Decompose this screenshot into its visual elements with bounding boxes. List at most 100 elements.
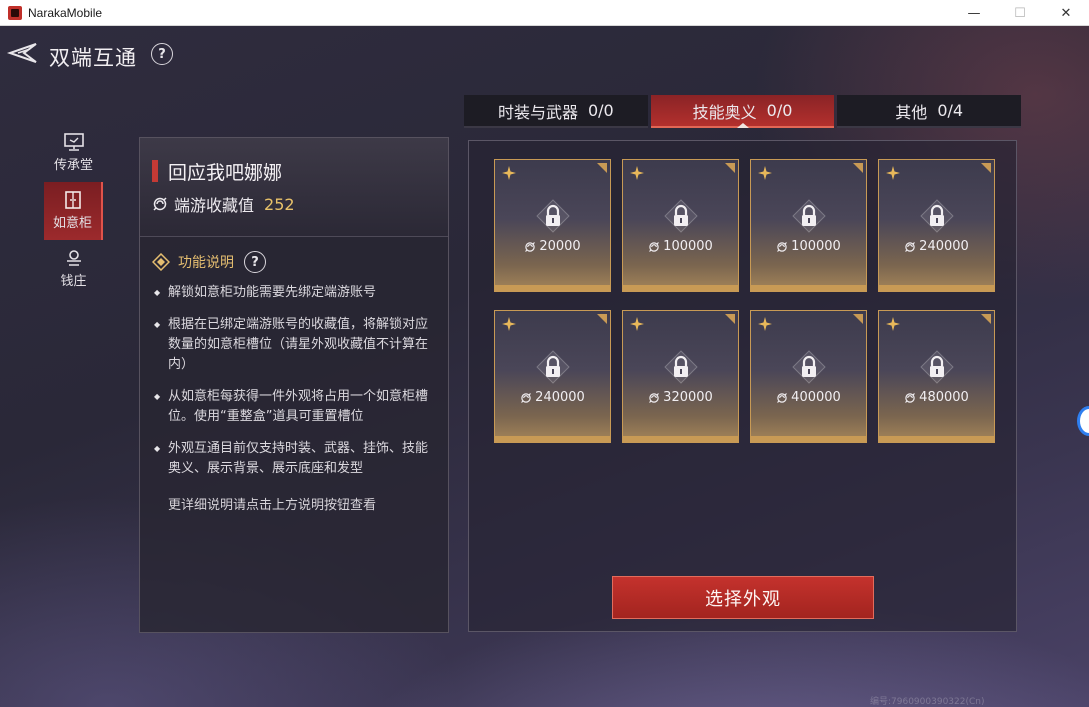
slot-corner [597, 314, 607, 324]
score-value: 252 [264, 194, 295, 214]
collection-icon [649, 241, 660, 252]
side-nav: 传承堂 如意柜 钱庄 [44, 124, 103, 298]
slot-corner [725, 163, 735, 173]
page-title: 双端互通 [49, 46, 137, 70]
collection-icon [649, 392, 660, 403]
lock-icon [535, 350, 570, 384]
slot-cost: 320000 [623, 390, 738, 405]
locked-slot[interactable]: 100000 [750, 159, 867, 292]
player-name: 回应我吧娜娜 [168, 162, 283, 184]
slot-cost-value: 240000 [919, 239, 969, 254]
function-help-button[interactable]: ? [244, 251, 266, 273]
rule-item: 从如意柜每获得一件外观将占用一个如意柜槽位。使用“重整盒”道具可重置槽位 [154, 387, 440, 427]
bank-icon [66, 250, 81, 266]
game-canvas: 双端互通 ? 传承堂 如意柜 钱庄 回应我吧娜娜 端游收藏值 252 功能说明 … [0, 26, 1089, 707]
floating-assistant-button[interactable] [1077, 406, 1089, 436]
tab-label: 时装与武器 [497, 102, 578, 122]
maximize-button[interactable]: ☐ [997, 0, 1043, 26]
locked-slot[interactable]: 320000 [622, 310, 739, 443]
slot-cost-value: 20000 [539, 239, 581, 254]
function-title: 功能说明 [178, 255, 234, 271]
lock-icon [663, 199, 698, 233]
tab-outfits-weapons[interactable]: 时装与武器 0/0 [464, 95, 648, 128]
sidebar-item-label: 传承堂 [53, 158, 93, 173]
locked-slot[interactable]: 100000 [622, 159, 739, 292]
window-controls: — ☐ ✕ [951, 0, 1089, 26]
function-header: 功能说明 ? [152, 251, 266, 273]
info-panel: 回应我吧娜娜 端游收藏值 252 功能说明 ? 解锁如意柜功能需要先绑定端游账号 [139, 137, 449, 633]
back-button[interactable] [6, 42, 38, 64]
lock-icon [919, 199, 954, 233]
tab-count: 0/0 [587, 101, 614, 120]
sidebar-item-label: 钱庄 [60, 274, 87, 289]
slot-cost: 480000 [879, 390, 994, 405]
collection-score: 端游收藏值 252 [152, 192, 295, 216]
rules-list: 解锁如意柜功能需要先绑定端游账号 根据在已绑定端游账号的收藏值，将解锁对应数量的… [154, 283, 440, 491]
slot-cost-value: 480000 [919, 390, 969, 405]
category-tabs: 时装与武器 0/0 技能奥义 0/0 其他 0/4 [464, 95, 1022, 128]
window-title: NarakaMobile [28, 5, 103, 20]
sidebar-item-cabinet[interactable]: 如意柜 [44, 182, 103, 240]
tab-label: 技能奥义 [692, 102, 757, 122]
name-accent-bar [152, 160, 158, 182]
sidebar-item-bank[interactable]: 钱庄 [44, 240, 103, 298]
sparkle-icon [502, 166, 516, 180]
tab-count: 0/4 [937, 101, 964, 120]
collection-icon [905, 241, 916, 252]
cabinet-icon [64, 191, 81, 209]
locked-slot[interactable]: 400000 [750, 310, 867, 443]
slot-cost-value: 100000 [663, 239, 713, 254]
slot-corner [981, 314, 991, 324]
slot-cost: 400000 [751, 390, 866, 405]
back-arrow-icon [6, 43, 37, 63]
sparkle-icon [758, 317, 772, 331]
more-info-note: 更详细说明请点击上方说明按钮查看 [168, 498, 377, 513]
select-appearance-button[interactable]: 选择外观 [612, 576, 874, 619]
slot-cost-value: 100000 [791, 239, 841, 254]
collection-icon [153, 197, 167, 211]
sparkle-icon [886, 166, 900, 180]
sidebar-item-inheritance-hall[interactable]: 传承堂 [44, 124, 103, 182]
tab-label: 其他 [895, 102, 928, 122]
slot-corner [725, 314, 735, 324]
slot-corner [981, 163, 991, 173]
slot-cost: 240000 [495, 390, 610, 405]
player-card: 回应我吧娜娜 端游收藏值 252 [140, 138, 448, 237]
help-button[interactable]: ? [151, 43, 173, 65]
tab-skill-mastery[interactable]: 技能奥义 0/0 [650, 95, 835, 128]
slots-panel: 20000 100000 100000 240000 240000 320000 40000… [468, 140, 1017, 632]
sparkle-icon [630, 166, 644, 180]
sparkle-icon [502, 317, 516, 331]
window-titlebar: NarakaMobile — ☐ ✕ [0, 0, 1089, 26]
app-logo-icon [8, 5, 22, 20]
watermark: 编号:7960900390322(Cn) [870, 697, 985, 707]
lock-icon [791, 199, 826, 233]
slot-cost-value: 400000 [791, 390, 841, 405]
slot-corner [853, 163, 863, 173]
rule-item: 外观互通目前仅支持时装、武器、挂饰、技能奥义、展示背景、展示底座和发型 [154, 439, 440, 479]
locked-slot[interactable]: 480000 [878, 310, 995, 443]
diamond-icon [152, 253, 170, 271]
slot-cost: 100000 [751, 239, 866, 254]
slot-cost: 100000 [623, 239, 738, 254]
collection-icon [777, 241, 788, 252]
slot-corner [597, 163, 607, 173]
slot-grid: 20000 100000 100000 240000 240000 320000 40000… [494, 159, 995, 443]
locked-slot[interactable]: 20000 [494, 159, 611, 292]
locked-slot[interactable]: 240000 [494, 310, 611, 443]
sparkle-icon [886, 317, 900, 331]
close-button[interactable]: ✕ [1043, 0, 1089, 26]
locked-slot[interactable]: 240000 [878, 159, 995, 292]
slot-cost-value: 240000 [535, 390, 585, 405]
tab-other[interactable]: 其他 0/4 [837, 95, 1022, 128]
slot-corner [853, 314, 863, 324]
collection-icon [521, 392, 532, 403]
slot-cost: 20000 [495, 239, 610, 254]
lock-icon [919, 350, 954, 384]
lock-icon [791, 350, 826, 384]
sparkle-icon [758, 166, 772, 180]
tab-count: 0/0 [766, 101, 793, 120]
collection-icon [777, 392, 788, 403]
rule-item: 解锁如意柜功能需要先绑定端游账号 [154, 283, 440, 303]
minimize-button[interactable]: — [951, 0, 997, 26]
